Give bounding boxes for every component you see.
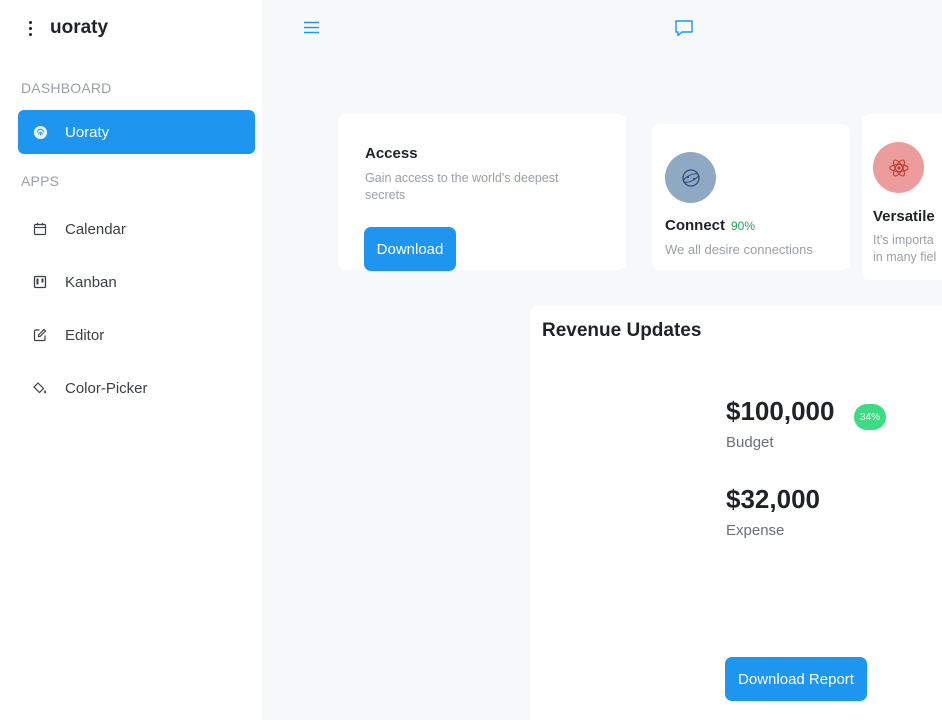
connect-card: Connect 90% We all desire connections <box>652 124 850 270</box>
access-card: Access Gain access to the world's deepes… <box>338 114 626 271</box>
menu-icon[interactable] <box>303 19 320 41</box>
sidebar-item-calendar[interactable]: Calendar <box>18 207 255 251</box>
budget-badge: 34% <box>854 404 886 430</box>
kanban-icon <box>32 274 48 290</box>
globe-icon <box>665 152 716 203</box>
sidebar-item-color-picker[interactable]: Color-Picker <box>18 366 255 410</box>
sidebar: uoraty DASHBOARD Uoraty APPS Calendar Ka… <box>0 0 262 720</box>
expense-value: $32,000 <box>726 484 820 514</box>
connect-percent: 90% <box>731 219 756 233</box>
sidebar-item-label: Color-Picker <box>65 379 148 397</box>
sidebar-item-label: Editor <box>65 326 105 344</box>
calendar-icon <box>32 221 48 237</box>
section-title-dashboard: DASHBOARD <box>21 80 112 96</box>
revenue-title: Revenue Updates <box>542 320 702 341</box>
connect-title-row: Connect 90% <box>665 217 755 234</box>
atom-icon <box>873 142 924 193</box>
budget-value: $100,000 <box>726 396 835 426</box>
more-vertical-icon[interactable] <box>22 18 38 38</box>
paint-bucket-icon <box>32 380 48 396</box>
edit-icon <box>32 327 48 343</box>
versatile-card: Versatile It's importa in many fiel <box>862 114 942 280</box>
section-title-apps: APPS <box>21 173 60 189</box>
chat-icon[interactable] <box>674 18 694 43</box>
versatile-subtitle: It's importa in many fiel <box>873 233 937 264</box>
sidebar-item-label: Uoraty <box>65 123 110 141</box>
download-report-button[interactable]: Download Report <box>725 657 867 701</box>
sidebar-item-kanban[interactable]: Kanban <box>18 260 255 304</box>
brand-name: uoraty <box>50 17 109 38</box>
connect-title: Connect <box>665 217 725 234</box>
sidebar-item-label: Calendar <box>65 220 126 238</box>
sidebar-item-editor[interactable]: Editor <box>18 313 255 357</box>
connect-subtitle: We all desire connections <box>665 242 813 257</box>
sidebar-item-uoraty[interactable]: Uoraty <box>18 110 255 154</box>
budget-label: Budget <box>726 434 774 451</box>
access-subtitle: Gain access to the world's deepest secre… <box>365 171 559 202</box>
fingerprint-icon <box>32 124 48 140</box>
access-title: Access <box>365 145 418 162</box>
download-button[interactable]: Download <box>364 227 456 271</box>
expense-label: Expense <box>726 522 785 539</box>
versatile-title: Versatile <box>873 208 935 225</box>
brand: uoraty <box>22 14 108 42</box>
sidebar-item-label: Kanban <box>65 273 117 291</box>
